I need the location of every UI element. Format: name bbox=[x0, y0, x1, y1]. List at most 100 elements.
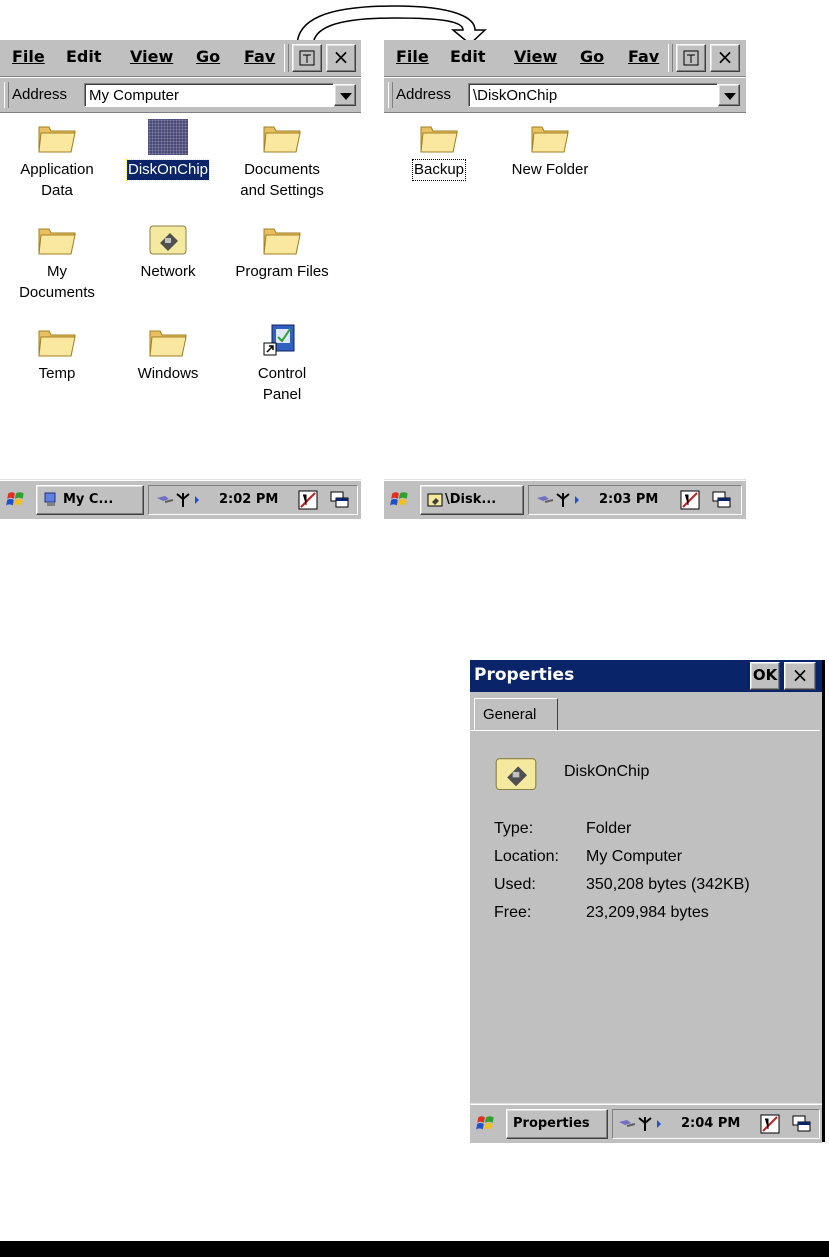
menu-bar: File Edit View Go Fav × bbox=[384, 40, 746, 77]
network-folder-icon bbox=[148, 221, 188, 257]
item-label: Documents bbox=[244, 161, 320, 178]
window-title: Properties bbox=[474, 665, 575, 685]
location-value: My Computer bbox=[586, 848, 683, 865]
toolbar-icon bbox=[683, 50, 699, 66]
toolbar-toggle-button[interactable] bbox=[292, 44, 322, 72]
type-label: Type: bbox=[494, 820, 534, 837]
menu-edit[interactable]: Edit bbox=[450, 47, 486, 66]
item-label: Documents bbox=[19, 284, 95, 301]
list-item[interactable]: Windows bbox=[109, 323, 227, 384]
menu-view[interactable]: View bbox=[514, 47, 557, 66]
start-icon[interactable] bbox=[475, 1113, 497, 1135]
list-item[interactable]: Network bbox=[109, 221, 227, 282]
item-label: Network bbox=[140, 263, 196, 280]
close-icon: × bbox=[791, 663, 809, 687]
close-button[interactable]: × bbox=[326, 44, 356, 72]
item-label: My bbox=[47, 263, 67, 280]
list-item[interactable]: My Documents bbox=[0, 221, 116, 303]
address-label: Address bbox=[12, 86, 68, 103]
close-button[interactable]: × bbox=[784, 662, 816, 690]
storage-card-icon bbox=[494, 753, 538, 793]
folder-icon bbox=[37, 221, 77, 257]
address-grip[interactable] bbox=[4, 82, 9, 108]
storage-card-icon bbox=[148, 119, 188, 155]
list-item[interactable]: Temp bbox=[0, 323, 116, 384]
screen-my-computer: File Edit View Go Fav × Address My Compu… bbox=[0, 40, 361, 530]
item-label: Program Files bbox=[235, 263, 329, 280]
folder-icon bbox=[530, 119, 570, 155]
address-input[interactable]: My Computer bbox=[84, 83, 334, 107]
item-label: Backup bbox=[411, 159, 467, 181]
type-value: Folder bbox=[586, 820, 632, 837]
list-item[interactable]: DiskOnChip bbox=[109, 119, 227, 181]
used-value: 350,208 bytes (342KB) bbox=[586, 876, 750, 893]
address-grip[interactable] bbox=[388, 82, 393, 108]
task-button-my-computer[interactable]: My C... bbox=[36, 485, 144, 515]
desktop-switch-icon[interactable] bbox=[711, 489, 733, 511]
start-icon[interactable] bbox=[389, 489, 411, 511]
item-label: Windows bbox=[137, 365, 199, 382]
item-label: Control bbox=[257, 365, 307, 382]
ok-button[interactable]: OK bbox=[750, 662, 780, 690]
list-item[interactable]: Control Panel bbox=[223, 323, 341, 405]
folder-icon bbox=[419, 119, 459, 155]
desktop-switch-icon[interactable] bbox=[791, 1113, 813, 1135]
item-label: Application bbox=[20, 161, 94, 178]
toolbar-grip[interactable] bbox=[668, 44, 673, 72]
close-button[interactable]: × bbox=[710, 44, 740, 72]
start-icon[interactable] bbox=[5, 489, 27, 511]
address-dropdown-button[interactable] bbox=[718, 84, 740, 106]
system-tray: 2:03 PM bbox=[528, 485, 742, 515]
taskbar: \Disk... 2:03 PM bbox=[384, 480, 746, 519]
item-label: New Folder bbox=[511, 161, 589, 178]
input-panel-icon[interactable] bbox=[759, 1113, 781, 1135]
item-label: DiskOnChip bbox=[125, 159, 211, 181]
menu-view[interactable]: View bbox=[130, 47, 173, 66]
toolbar-icon bbox=[299, 50, 315, 66]
computer-icon bbox=[44, 492, 56, 506]
used-label: Used: bbox=[494, 876, 536, 893]
clock: 2:04 PM bbox=[681, 1116, 741, 1131]
menu-favorites[interactable]: Fav bbox=[628, 47, 659, 66]
item-label: Temp bbox=[38, 365, 76, 382]
address-dropdown-button[interactable] bbox=[334, 84, 356, 106]
list-item[interactable]: Documents and Settings bbox=[223, 119, 341, 201]
list-item[interactable]: Application Data bbox=[0, 119, 116, 201]
item-label: Panel bbox=[262, 386, 302, 403]
tab-general[interactable]: General bbox=[474, 698, 558, 730]
input-panel-icon[interactable] bbox=[679, 489, 701, 511]
menu-file[interactable]: File bbox=[396, 47, 429, 66]
menu-go[interactable]: Go bbox=[580, 47, 604, 66]
screen-diskonchip: File Edit View Go Fav × Address \DiskOnC… bbox=[384, 40, 746, 530]
folder-icon bbox=[148, 323, 188, 359]
menu-file[interactable]: File bbox=[12, 47, 45, 66]
toolbar-grip[interactable] bbox=[284, 44, 289, 72]
menu-go[interactable]: Go bbox=[196, 47, 220, 66]
menu-bar: File Edit View Go Fav × bbox=[0, 40, 361, 77]
input-panel-icon[interactable] bbox=[297, 489, 319, 511]
storage-card-icon bbox=[427, 493, 443, 507]
list-item[interactable]: Program Files bbox=[223, 221, 341, 282]
list-item[interactable]: Backup bbox=[380, 119, 498, 181]
folder-icon bbox=[262, 221, 302, 257]
desktop-switch-icon[interactable] bbox=[329, 489, 351, 511]
clock: 2:02 PM bbox=[219, 492, 279, 507]
title-bar: Properties OK × bbox=[470, 660, 822, 692]
page-footer-rule bbox=[0, 1241, 829, 1257]
address-input[interactable]: \DiskOnChip bbox=[468, 83, 718, 107]
taskbar: My C... 2:02 PM bbox=[0, 480, 361, 519]
control-panel-icon bbox=[263, 324, 295, 356]
task-label: \Disk... bbox=[445, 492, 497, 507]
folder-icon bbox=[262, 119, 302, 155]
toolbar-toggle-button[interactable] bbox=[676, 44, 706, 72]
file-list: Backup New Folder bbox=[384, 113, 746, 488]
list-item[interactable]: New Folder bbox=[491, 119, 609, 180]
location-label: Location: bbox=[494, 848, 559, 865]
menu-favorites[interactable]: Fav bbox=[244, 47, 275, 66]
close-icon: × bbox=[332, 45, 350, 69]
item-name: DiskOnChip bbox=[564, 763, 650, 780]
close-icon: × bbox=[716, 45, 734, 69]
menu-edit[interactable]: Edit bbox=[66, 47, 102, 66]
task-button-diskonchip[interactable]: \Disk... bbox=[420, 485, 524, 515]
task-button-properties[interactable]: Properties bbox=[506, 1109, 608, 1139]
